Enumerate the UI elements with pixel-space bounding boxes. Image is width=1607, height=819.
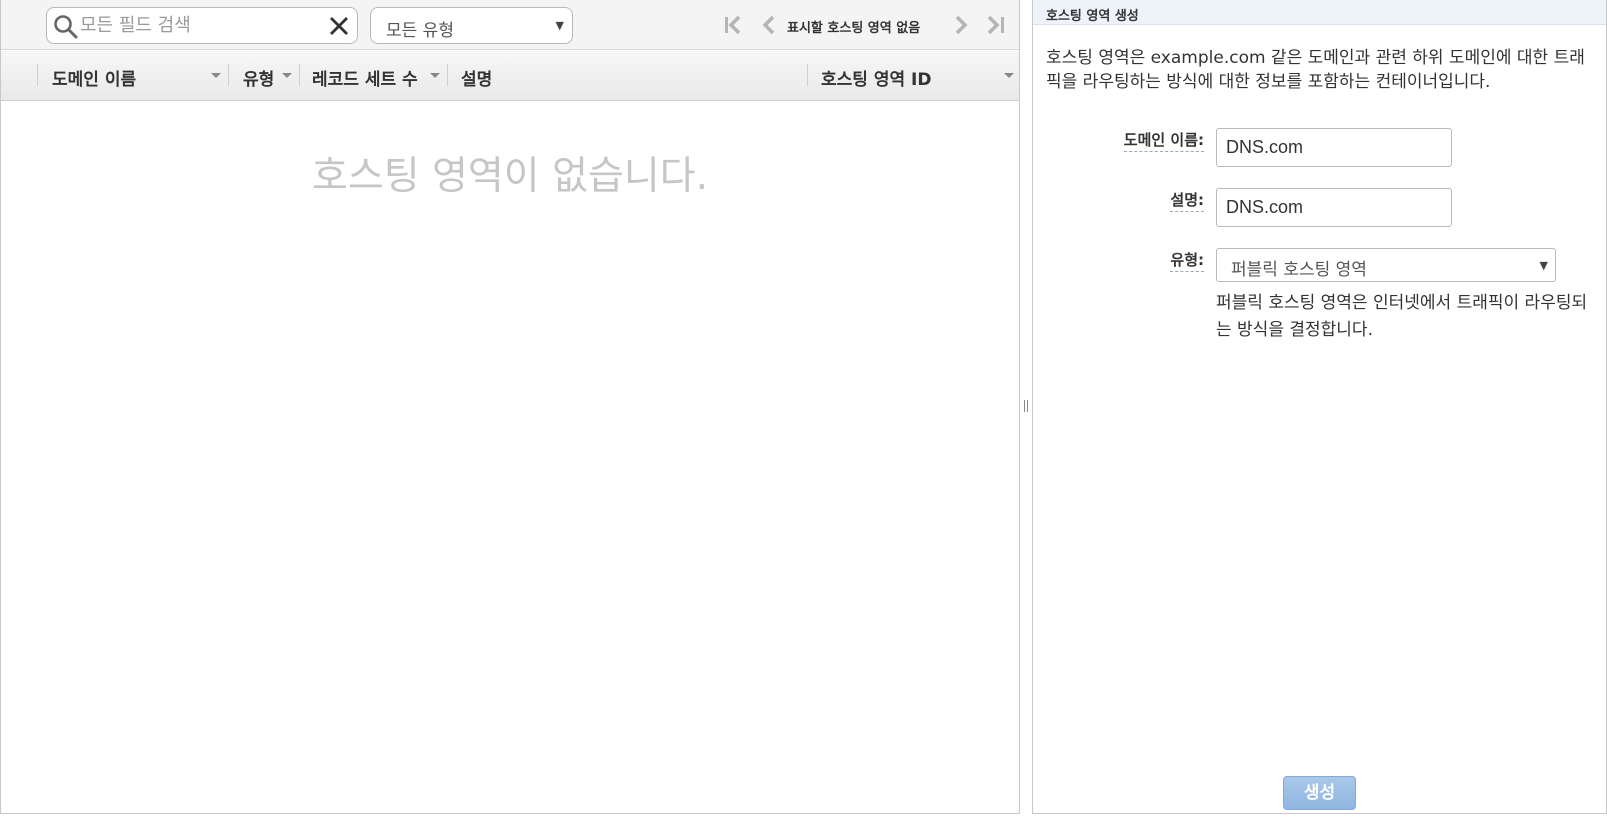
- column-domain-name[interactable]: 도메인 이름: [37, 51, 227, 101]
- sort-arrow-icon: [1004, 73, 1014, 78]
- description-label: 설명:: [1170, 189, 1204, 212]
- column-label: 설명: [461, 70, 493, 90]
- sort-arrow-icon: [282, 73, 292, 78]
- column-label: 레코드 세트 수: [312, 70, 418, 90]
- type-filter-value: 모든 유형: [386, 21, 454, 41]
- column-hosted-zone-id[interactable]: 호스팅 영역 ID: [807, 51, 1019, 101]
- route53-hosted-zones-screen: 모든 유형 ▼ 표시할 호스팅 영역 없음: [0, 0, 1607, 819]
- sort-arrow-icon: [211, 73, 221, 78]
- panel-header: 호스팅 영역 생성: [1033, 0, 1606, 25]
- previous-page-icon[interactable]: [757, 12, 783, 38]
- column-type[interactable]: 유형: [228, 51, 298, 101]
- domain-name-field[interactable]: [1216, 128, 1452, 167]
- column-label: 호스팅 영역 ID: [821, 70, 932, 90]
- description-field[interactable]: [1216, 188, 1452, 227]
- chevron-down-icon: ▼: [1539, 259, 1548, 272]
- create-button[interactable]: 생성: [1283, 776, 1356, 810]
- panel-intro-text: 호스팅 영역은 example.com 같은 도메인과 관련 하위 도메인에 대…: [1046, 48, 1585, 92]
- type-filter-select[interactable]: 모든 유형 ▼: [370, 7, 573, 44]
- grip-icon: [1024, 400, 1028, 412]
- clear-search-icon[interactable]: [327, 14, 351, 38]
- chevron-down-icon: ▼: [555, 19, 564, 32]
- list-toolbar: 모든 유형 ▼ 표시할 호스팅 영역 없음: [1, 0, 1019, 50]
- pane-resize-handle[interactable]: [1020, 0, 1032, 819]
- create-hosted-zone-panel: 호스팅 영역 생성 호스팅 영역은 example.com 같은 도메인과 관련…: [1032, 0, 1607, 814]
- next-page-icon[interactable]: [947, 12, 973, 38]
- last-page-icon[interactable]: [983, 12, 1009, 38]
- column-separator: [447, 64, 448, 86]
- search-icon: [54, 15, 78, 39]
- zone-type-value: 퍼블릭 호스팅 영역: [1231, 260, 1367, 280]
- search-box[interactable]: [46, 7, 358, 44]
- column-record-set-count[interactable]: 레코드 세트 수: [299, 51, 446, 101]
- empty-state-message: 호스팅 영역이 없습니다.: [312, 154, 708, 199]
- column-separator: [299, 64, 300, 86]
- type-label: 유형:: [1170, 249, 1204, 272]
- domain-name-input[interactable]: [1217, 129, 1451, 166]
- table-header: 도메인 이름 유형 레코드 세트 수 설명 호스팅 영역 ID: [1, 51, 1019, 101]
- column-separator: [37, 64, 38, 86]
- sort-arrow-icon: [430, 73, 440, 78]
- column-description[interactable]: 설명: [447, 51, 807, 101]
- column-label: 유형: [243, 70, 275, 90]
- zone-type-select[interactable]: 퍼블릭 호스팅 영역 ▼: [1216, 248, 1556, 282]
- panel-title: 호스팅 영역 생성: [1046, 9, 1139, 24]
- column-label: 도메인 이름: [52, 70, 137, 90]
- column-separator: [228, 64, 229, 86]
- first-page-icon[interactable]: [721, 12, 747, 38]
- pagination: 표시할 호스팅 영역 없음: [721, 10, 1016, 40]
- domain-name-label: 도메인 이름:: [1123, 129, 1204, 152]
- column-separator: [807, 64, 808, 86]
- pager-status-text: 표시할 호스팅 영역 없음: [787, 21, 921, 36]
- description-input[interactable]: [1217, 189, 1451, 226]
- zone-type-help-text: 퍼블릭 호스팅 영역은 인터넷에서 트래픽이 라우팅되는 방식을 결정합니다.: [1216, 293, 1588, 340]
- hosted-zones-list-pane: 모든 유형 ▼ 표시할 호스팅 영역 없음: [0, 0, 1020, 814]
- search-input[interactable]: [80, 12, 320, 39]
